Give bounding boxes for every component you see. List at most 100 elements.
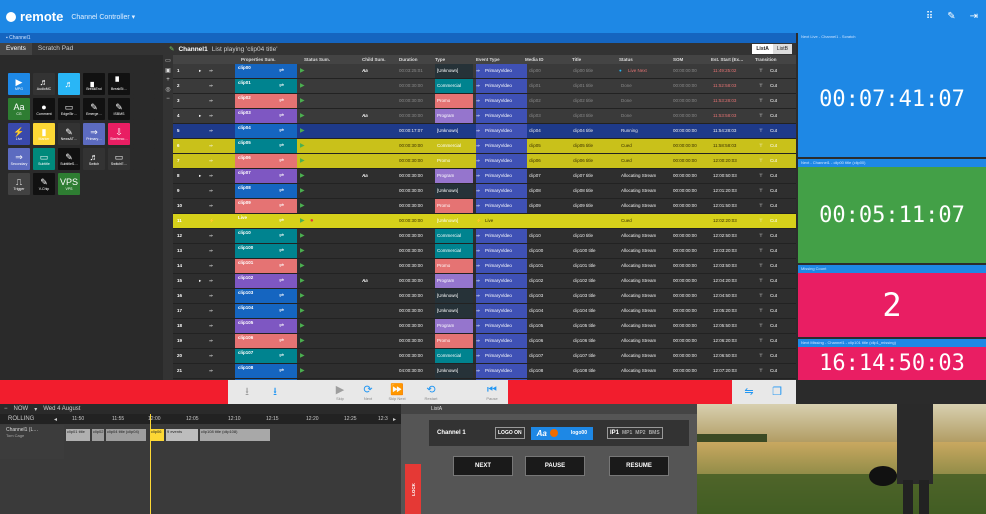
skip-next-button[interactable]: ⏩ Skip Next [385, 380, 409, 404]
add-icon[interactable]: + [166, 77, 170, 83]
table-row[interactable]: 2 ⇒ clip01 ⇌ ▶ 00:00:30:00 Commercial PrimaryVi… [173, 79, 796, 94]
transition-cell[interactable]: Cut [770, 229, 794, 243]
tab-list-a[interactable]: ListA [752, 44, 773, 54]
expand-icon[interactable] [199, 94, 209, 108]
table-row[interactable]: 16 ⇒ clip103 ⇌ ▶ 00:00:30:00 [Unknown] PrimaryV… [173, 289, 796, 304]
timeline-clip[interactable]: clip01 title [66, 429, 90, 441]
column-header[interactable]: Est. Start (Ex… [711, 55, 754, 64]
transition-cell[interactable]: Cut [770, 259, 794, 273]
transition-cell[interactable]: Cut [770, 169, 794, 183]
expand-icon[interactable] [199, 349, 209, 363]
target-icon[interactable]: ◎ [165, 86, 170, 93]
transition-cell[interactable]: Cut [770, 319, 794, 333]
column-header[interactable]: SOM [673, 55, 711, 64]
square-icon[interactable]: ▭ [165, 57, 171, 64]
table-row[interactable]: 10 ⇒ clip09 ⇌ ▶ 00:00:30:00 Promo PrimaryVideo ⇒… [173, 199, 796, 214]
palette-item[interactable]: ⇩ Sterferco… [108, 123, 130, 145]
expand-icon[interactable] [199, 364, 209, 378]
expand-icon[interactable]: ▸ [199, 169, 209, 183]
palette-item[interactable]: ▭ EdgeStr… [58, 98, 80, 120]
palette-item[interactable]: Aa CG [8, 98, 30, 120]
palette-item[interactable]: ▮ Marker [33, 123, 55, 145]
lock-button[interactable]: LOCK [405, 464, 421, 514]
table-row[interactable]: 18 ⇒ clip105 ⇌ ▶ 00:00:30:00 Program PrimaryVid… [173, 319, 796, 334]
palette-item[interactable]: ⚡ Live [8, 123, 30, 145]
palette-item[interactable]: ▭ Subtitle [33, 148, 55, 170]
table-row[interactable]: 6 ⇒ clip05 ⇌ ▶ 00:00:30:00 Commercial PrimaryVi… [173, 139, 796, 154]
tab-list-b[interactable]: ListB [772, 44, 792, 54]
expand-icon[interactable] [199, 304, 209, 318]
column-header[interactable]: Status Sum. [304, 55, 354, 64]
table-row[interactable]: 7 ⇒ clip06 ⇌ ▶ 00:00:30:00 Promo PrimaryVideo ⇒ c… [173, 154, 796, 169]
chevron-right-icon[interactable]: ▸ [393, 416, 396, 423]
table-row[interactable]: 17 ⇒ clip104 ⇌ ▶ 00:00:30:00 [Unknown] PrimaryV… [173, 304, 796, 319]
table-row[interactable]: 8 ▸ ⇒ clip07 ⇌ ▶ Aa 00:00:30:00 Program PrimaryVi… [173, 169, 796, 184]
palette-item[interactable]: ♬ AudioMC [33, 73, 55, 95]
expand-icon[interactable] [199, 124, 209, 138]
column-header[interactable]: Properties Sum. [241, 55, 301, 64]
transition-cell[interactable]: Cut [770, 139, 794, 153]
palette-item[interactable]: ✎ NewsAT… [58, 123, 80, 145]
palette-item[interactable]: ⎍ Trigger [8, 173, 30, 195]
table-row[interactable]: 9 ⇒ clip08 ⇌ ▶ 00:00:30:00 [Unknown] PrimaryVid… [173, 184, 796, 199]
timeline-clip[interactable]: 9 events [166, 429, 198, 441]
palette-item[interactable]: ⇒ Secondary [8, 148, 30, 170]
expand-icon[interactable] [199, 259, 209, 273]
palette-item[interactable]: ♬ Switch [83, 148, 105, 170]
expand-icon[interactable] [199, 184, 209, 198]
timeline-clip[interactable]: clip02 [92, 429, 104, 441]
table-row[interactable]: 1 ▸ ⇒ clip00 ⇌ ▶ Aa 00:03:25:01 [Unknown] Primary… [173, 64, 796, 79]
palette-item[interactable]: ● Comment [33, 98, 55, 120]
expand-icon[interactable]: ▸ [199, 109, 209, 123]
transition-cell[interactable]: Cut [770, 64, 794, 78]
grid-icon[interactable]: ⠿ [926, 11, 933, 22]
next-control-button[interactable]: NEXT [453, 456, 513, 476]
palette-item[interactable]: ✎ SubtitleS… [58, 148, 80, 170]
expand-icon[interactable] [199, 334, 209, 348]
column-header[interactable]: Type [435, 55, 473, 64]
rolling-mode[interactable]: ROLLING [8, 416, 34, 422]
chevron-down-icon[interactable]: ▾ [34, 406, 37, 413]
expand-icon[interactable] [199, 229, 209, 243]
palette-item[interactable]: ▶ MPG [8, 73, 30, 95]
transition-cell[interactable]: Cut [770, 199, 794, 213]
transition-cell[interactable]: Cut [770, 154, 794, 168]
expand-icon[interactable] [199, 319, 209, 333]
palette-item[interactable]: ▭ SwitchE… [108, 148, 130, 170]
channel-controller-menu[interactable]: Channel Controller ▾ [71, 13, 135, 21]
expand-icon[interactable] [199, 289, 209, 303]
transition-cell[interactable]: Cut [770, 274, 794, 288]
edit-icon[interactable]: ✎ [947, 11, 955, 22]
palette-item[interactable]: VPS VPS [58, 173, 80, 195]
chevron-left-icon[interactable]: ◂ [54, 416, 57, 423]
table-row[interactable]: 21 ⇒ clip108 ⇌ ▶ 04:00:30:00 [Unknown] PrimaryV… [173, 364, 796, 379]
palette-item[interactable]: ▘ BreakSt… [108, 73, 130, 95]
transition-cell[interactable]: Cut [770, 184, 794, 198]
transition-cell[interactable]: Cut [770, 79, 794, 93]
palette-item[interactable]: ⇒ Primary… [83, 123, 105, 145]
expand-icon[interactable] [199, 139, 209, 153]
swap-button[interactable]: ⇋ [738, 380, 760, 404]
table-row[interactable]: 5 ⇒ clip04 ⇌ ▶ 00:00:17:07 [Unknown] PrimaryVid… [173, 124, 796, 139]
expand-icon[interactable] [199, 154, 209, 168]
expand-icon[interactable] [199, 79, 209, 93]
transition-cell[interactable]: Cut [770, 304, 794, 318]
column-header[interactable]: Duration [399, 55, 434, 64]
column-header[interactable]: Title [572, 55, 618, 64]
resume-control-button[interactable]: RESUME [609, 456, 669, 476]
table-row[interactable]: 14 ⇒ clip101 ⇌ ▶ 00:00:30:00 Promo PrimaryVideo… [173, 259, 796, 274]
transition-cell[interactable]: Cut [770, 109, 794, 123]
transition-cell[interactable]: Cut [770, 349, 794, 363]
pause-button[interactable]: ⏮ Pause [480, 380, 504, 404]
tab-events[interactable]: Events [0, 43, 32, 55]
column-header[interactable]: Child Sum. [362, 55, 398, 64]
expand-icon[interactable] [199, 214, 209, 228]
pause-control-button[interactable]: PAUSE [525, 456, 585, 476]
table-row[interactable]: 19 ⇒ clip106 ⇌ ▶ 00:00:30:00 Promo PrimaryVideo… [173, 334, 796, 349]
palette-item[interactable]: ✎ Emerge… [83, 98, 105, 120]
transition-cell[interactable]: Cut [770, 364, 794, 378]
skip-button[interactable]: ⭳ [236, 380, 258, 404]
transition-cell[interactable]: Cut [770, 94, 794, 108]
collapse-icon[interactable]: − [4, 406, 8, 412]
transition-cell[interactable]: Cut [770, 124, 794, 138]
